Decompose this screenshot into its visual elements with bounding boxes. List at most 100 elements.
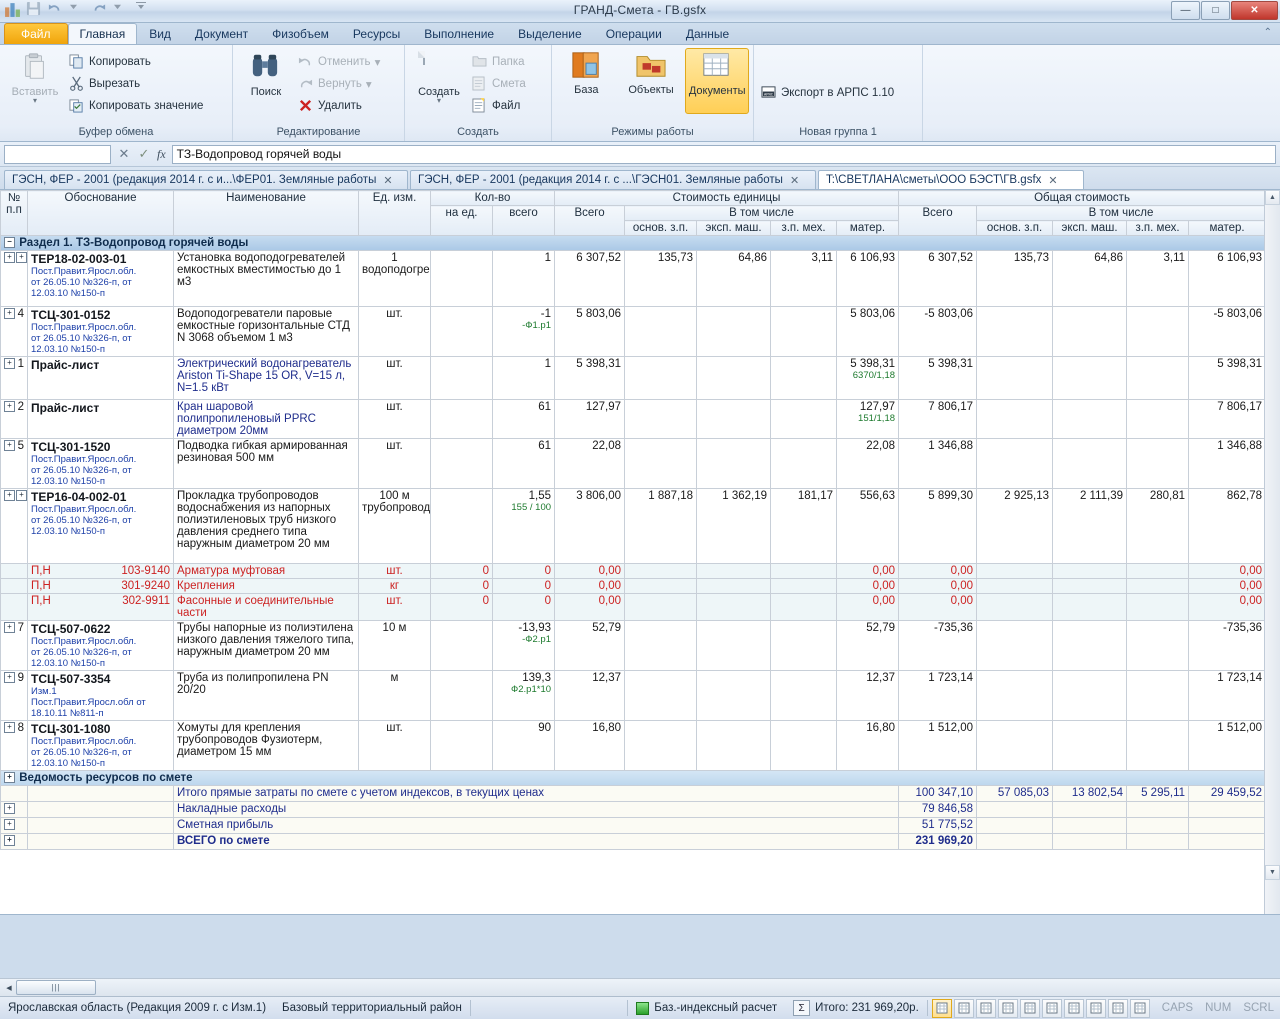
tab-home[interactable]: Главная [67, 23, 138, 44]
cell-expand[interactable]: + [0, 801, 28, 818]
scroll-down-arrow[interactable]: ▼ [1265, 865, 1280, 880]
cell-expand[interactable] [0, 785, 28, 802]
tab-document[interactable]: Документ [183, 23, 260, 44]
header-unit-cost-total[interactable]: Всего [554, 205, 626, 236]
cell-name[interactable]: Фасонные и соединительные части [173, 593, 359, 621]
cell-unit[interactable]: шт. [358, 399, 431, 439]
cell-qty-total[interactable]: 61 [491, 438, 556, 489]
search-button[interactable]: Поиск [237, 50, 295, 98]
expand-icon[interactable]: + [4, 722, 15, 734]
table-row[interactable]: +2 Прайс-лист Кран шаровой полипропиленовы… [0, 399, 1264, 439]
tab-fizobem[interactable]: Физобъем [260, 23, 341, 44]
table-row[interactable]: +8 ТСЦ-301-1080 Пост.Правит.Яросл.обл. от 2… [0, 720, 1264, 771]
paste-button[interactable]: Вставить ▾ [4, 50, 66, 105]
horizontal-scrollbar[interactable]: ◀ ||| [0, 978, 1280, 996]
cell-num[interactable] [0, 563, 28, 579]
delete-button[interactable]: Удалить [295, 95, 383, 117]
resource-sheet-row[interactable]: + Ведомость ресурсов по смете [0, 770, 1264, 786]
table-view-icon[interactable] [953, 998, 974, 1018]
cell-num[interactable]: ++6 [0, 488, 28, 564]
mode-objects-button[interactable]: Объекты [621, 48, 682, 96]
scroll-up-arrow[interactable]: ▲ [1265, 190, 1280, 205]
cell-uc-mater[interactable]: 12,37 [836, 670, 900, 721]
total-sum[interactable]: 100 347,10 [898, 785, 978, 802]
doc-tab-gesn01[interactable]: ГЭСН, ФЕР - 2001 (редакция 2014 г. с ...… [410, 170, 816, 189]
redo-button[interactable]: Вернуть ▾ [295, 73, 383, 95]
status-calc-mode[interactable]: Баз.-индексный расчет [628, 999, 785, 1017]
copy-value-button[interactable]: Копировать значение [66, 95, 206, 117]
table-row[interactable]: ++6ТЕР16-04-002-01Пост.Правит.Яросл.обл.… [0, 488, 1264, 564]
total-label[interactable]: ВСЕГО по смете [172, 833, 900, 850]
cell-qty-total[interactable]: 1 [491, 250, 556, 307]
header-uc-osn[interactable]: основ. з.п. [624, 220, 698, 236]
cell-num[interactable]: +7 [0, 620, 28, 671]
cell-num[interactable]: +4 [0, 306, 28, 357]
header-unit[interactable]: Ед. изм. [358, 190, 431, 236]
cell-uc-mater[interactable]: 127,97 151/1,18 [836, 399, 900, 439]
cell-name[interactable]: Прокладка трубопроводов водоснабжения из… [173, 488, 359, 564]
cell-uc-mater[interactable]: 0,00 [836, 593, 900, 621]
name-box[interactable] [4, 144, 111, 164]
tab-view[interactable]: Вид [137, 23, 183, 44]
cell-name[interactable]: Водоподогреватели паровые емкостные гори… [173, 306, 359, 357]
cell-unit[interactable]: шт. [358, 563, 431, 579]
expand-icon[interactable]: + [4, 772, 15, 784]
table-row[interactable]: +4 ТСЦ-301-0152 Пост.Правит.Яросл.обл. от 2… [0, 306, 1264, 357]
tab-resources[interactable]: Ресурсы [341, 23, 412, 44]
table-row[interactable]: ++3ТЕР18-02-003-01Пост.Правит.Яросл.обл.… [0, 250, 1264, 307]
doc-tab-fer01[interactable]: ГЭСН, ФЕР - 2001 (редакция 2014 г. с и..… [4, 170, 408, 189]
tab-execution[interactable]: Выполнение [412, 23, 506, 44]
cell-expand[interactable]: + [0, 817, 28, 834]
cell-num[interactable]: +1 [0, 356, 28, 400]
export-arps-button[interactable]: APNC Экспорт в АРПС 1.10 [758, 82, 897, 104]
header-unit-cost-group[interactable]: Стоимость единицы [554, 190, 900, 206]
maximize-button[interactable]: □ [1201, 1, 1230, 20]
cell-qty-total[interactable]: 0 [491, 563, 556, 579]
cell-unit[interactable]: м [358, 670, 431, 721]
res-view-icon[interactable] [1019, 998, 1040, 1018]
expand-icon[interactable]: + [16, 490, 27, 502]
table-row[interactable]: +1 Прайс-лист Электрический водонагревател… [0, 356, 1264, 400]
ribbon-tabs[interactable]: Файл Главная Вид Документ Физобъем Ресур… [0, 23, 1280, 45]
close-icon[interactable]: ✕ [383, 174, 392, 187]
money-view-icon[interactable] [1085, 998, 1106, 1018]
cell-num[interactable]: ++3 [0, 250, 28, 307]
window-buttons[interactable]: — □ ✕ [1171, 1, 1278, 20]
total-label[interactable]: Сметная прибыль [172, 817, 900, 834]
cell-unit[interactable]: 10 м [358, 620, 431, 671]
cell-justification[interactable]: ТСЦ-507-0622 Пост.Правит.Яросл.обл. от 26.… [27, 620, 174, 671]
doc-tab-gvgsfx[interactable]: T:\СВЕТЛАНА\сметы\ООО БЭСТ\ГВ.gsfx ✕ [818, 170, 1084, 189]
header-qty-total[interactable]: всего [491, 205, 556, 236]
cell-unit[interactable]: шт. [358, 720, 431, 771]
header-num[interactable]: № п.п [0, 190, 28, 236]
accept-edit-icon[interactable]: ✓ [137, 146, 151, 162]
table-row[interactable]: П,Н 302-9911 Фасонные и соединительные час… [0, 593, 1264, 621]
status-mode-buttons[interactable] [928, 998, 1156, 1018]
cell-unit[interactable]: шт. [358, 593, 431, 621]
tkn-view-icon[interactable] [997, 998, 1018, 1018]
cell-justification[interactable]: ТЕР16-04-002-01 Пост.Правит.Яросл.обл. от … [27, 488, 174, 564]
cell-uc-mater[interactable]: 52,79 [836, 620, 900, 671]
cell-qty-total[interactable]: -1 -Ф1.р1 [491, 306, 556, 357]
total-row[interactable]: + Накладные расходы 79 846,58 [0, 801, 1264, 818]
expand-icon[interactable]: + [4, 252, 15, 264]
cell-qty-total[interactable]: 1 [491, 356, 556, 400]
cell-justification[interactable]: ТСЦ-301-1080 Пост.Правит.Яросл.обл. от 26.… [27, 720, 174, 771]
close-icon[interactable]: ✕ [790, 174, 799, 187]
cell-num[interactable]: +5 [0, 438, 28, 489]
paste-dropdown-icon[interactable]: ▾ [33, 97, 37, 105]
create-folder-button[interactable]: Папка [469, 51, 529, 73]
cell-uc-mater[interactable]: 22,08 [836, 438, 900, 489]
cell-name[interactable]: Крепления [173, 578, 359, 594]
create-button[interactable]: Создать ▾ [409, 50, 469, 105]
cell-name[interactable]: Арматура муфтовая [173, 563, 359, 579]
expand-icon[interactable]: + [4, 622, 15, 634]
cell-justification[interactable]: ТСЦ-301-0152 Пост.Правит.Яросл.обл. от 26.… [27, 306, 174, 357]
cell-uc-mater[interactable]: 556,63 [836, 488, 900, 564]
header-total-cost-group[interactable]: Общая стоимость [898, 190, 1264, 206]
expand-icon[interactable]: + [4, 803, 15, 815]
header-uc-mater[interactable]: матер. [836, 220, 900, 236]
create-dropdown-icon[interactable]: ▾ [437, 97, 441, 105]
resource-sheet-label[interactable]: + Ведомость ресурсов по смете [0, 770, 1264, 786]
copy-button[interactable]: Копировать [66, 51, 206, 73]
